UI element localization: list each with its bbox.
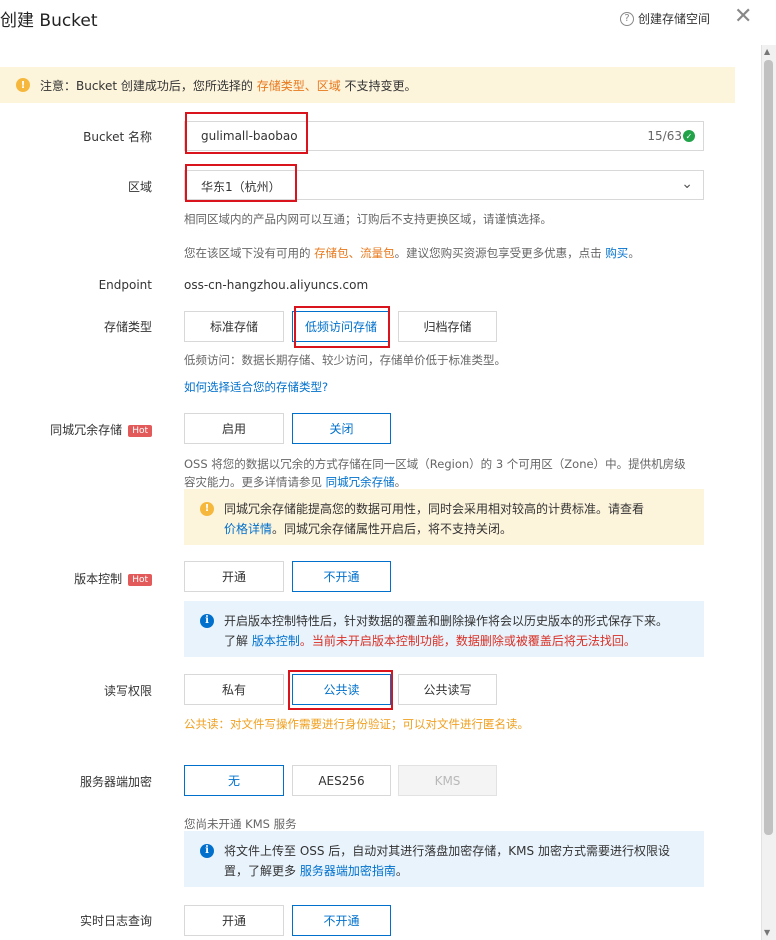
scroll-down-arrow-icon[interactable]: ▼ bbox=[764, 928, 770, 937]
region-link[interactable]: 区域 bbox=[317, 79, 341, 93]
realtime-log-enable-button[interactable]: 开通 bbox=[184, 905, 284, 936]
versioning-label: 版本控制 Hot bbox=[0, 570, 152, 587]
kms-hint: 您尚未开通 KMS 服务 bbox=[184, 817, 297, 831]
acl-label: 读写权限 bbox=[103, 684, 152, 698]
acl-public-read-write-button[interactable]: 公共读写 bbox=[398, 674, 497, 705]
highlight-box bbox=[185, 112, 308, 154]
realtime-log-label: 实时日志查询 bbox=[79, 914, 152, 928]
realtime-log-disable-button[interactable]: 不开通 bbox=[292, 905, 391, 936]
check-icon: ✓ bbox=[683, 130, 695, 142]
highlight-box bbox=[185, 164, 297, 202]
scroll-up-arrow-icon[interactable]: ▲ bbox=[764, 47, 770, 56]
dialog-title: 创建 Bucket bbox=[0, 11, 98, 31]
chevron-down-icon: ⌄ bbox=[681, 176, 693, 192]
bucket-name-label: Bucket 名称 bbox=[83, 130, 152, 144]
info-icon: i bbox=[200, 614, 214, 628]
versioning-info: i 开启版本控制特性后，针对数据的覆盖和删除操作将会以历史版本的形式保存下来。 … bbox=[184, 601, 704, 657]
encryption-kms-button: KMS bbox=[398, 765, 497, 796]
storage-class-label: 存储类型 bbox=[103, 320, 152, 334]
encryption-none-button[interactable]: 无 bbox=[184, 765, 284, 796]
encryption-info: i 将文件上传至 OSS 后，自动对其进行落盘加密存储，KMS 加密方式需要进行… bbox=[184, 831, 704, 887]
versioning-enable-button[interactable]: 开通 bbox=[184, 561, 284, 592]
encryption-aes256-button[interactable]: AES256 bbox=[292, 765, 391, 796]
warning-icon: ! bbox=[200, 502, 214, 516]
storage-type-link[interactable]: 存储类型 bbox=[257, 79, 305, 93]
warning-icon: ! bbox=[16, 78, 30, 92]
zone-redundancy-enable-button[interactable]: 启用 bbox=[184, 413, 284, 444]
scrollbar-thumb[interactable] bbox=[764, 60, 773, 835]
traffic-package-link[interactable]: 流量包 bbox=[360, 246, 395, 260]
encryption-label: 服务器端加密 bbox=[79, 775, 152, 789]
zone-redundancy-desc-line2: 容灾能力。更多详情请参见 同城冗余存储。 bbox=[184, 475, 407, 489]
storage-archive-button[interactable]: 归档存储 bbox=[398, 311, 497, 342]
notice-text: 注意：Bucket 创建成功后，您所选择的 存储类型、区域 不支持变更。 bbox=[40, 78, 417, 93]
price-detail-link[interactable]: 价格详情 bbox=[224, 522, 272, 536]
storage-class-help-link[interactable]: 如何选择适合您的存储类型? bbox=[184, 379, 328, 395]
region-hint: 相同区域内的产品内网可以互通；订购后不支持更换区域，请谨慎选择。 bbox=[184, 212, 552, 226]
hot-badge: Hot bbox=[128, 424, 152, 437]
zone-redundancy-label: 同城冗余存储 Hot bbox=[0, 421, 152, 438]
storage-class-hint: 低频访问：数据长期存储、较少访问，存储单价低于标准类型。 bbox=[184, 353, 506, 367]
info-icon: i bbox=[200, 844, 214, 858]
zone-redundancy-desc-line1: OSS 将您的数据以冗余的方式存储在同一区域（Region）的 3 个可用区（Z… bbox=[184, 457, 686, 471]
versioning-disable-button[interactable]: 不开通 bbox=[292, 561, 391, 592]
zone-redundancy-doc-link[interactable]: 同城冗余存储 bbox=[326, 475, 395, 489]
resource-package-hint: 您在该区域下没有可用的 存储包、流量包。建议您购买资源包享受更多优惠，点击 购买… bbox=[184, 246, 640, 260]
help-link[interactable]: ? 创建存储空间 bbox=[620, 10, 710, 27]
question-icon: ? bbox=[620, 11, 634, 26]
dialog-header: 创建 Bucket ? 创建存储空间 ✕ bbox=[0, 0, 776, 38]
acl-private-button[interactable]: 私有 bbox=[184, 674, 284, 705]
endpoint-value: oss-cn-hangzhou.aliyuncs.com bbox=[184, 278, 369, 292]
char-counter: 15/63 ✓ bbox=[647, 129, 695, 143]
region-label: 区域 bbox=[127, 180, 152, 194]
zone-redundancy-disable-button[interactable]: 关闭 bbox=[292, 413, 391, 444]
zone-redundancy-warning: ! 同城冗余存储能提高您的数据可用性，同时会采用相对较高的计费标准。请查看 价格… bbox=[184, 489, 704, 545]
versioning-doc-link[interactable]: 版本控制 bbox=[252, 634, 300, 648]
hot-badge: Hot bbox=[128, 573, 152, 586]
notice-banner: ! 注意：Bucket 创建成功后，您所选择的 存储类型、区域 不支持变更。 bbox=[0, 67, 735, 103]
storage-standard-button[interactable]: 标准存储 bbox=[184, 311, 284, 342]
encryption-guide-link[interactable]: 服务器端加密指南 bbox=[300, 864, 396, 878]
highlight-box bbox=[294, 306, 390, 348]
close-icon[interactable]: ✕ bbox=[734, 4, 752, 29]
highlight-box bbox=[288, 670, 393, 710]
buy-link[interactable]: 购买 bbox=[605, 246, 628, 260]
acl-warning: 公共读：对文件写操作需要进行身份验证；可以对文件进行匿名读。 bbox=[184, 717, 529, 731]
storage-package-link[interactable]: 存储包 bbox=[314, 246, 349, 260]
endpoint-label: Endpoint bbox=[98, 278, 152, 292]
help-label: 创建存储空间 bbox=[638, 12, 711, 26]
